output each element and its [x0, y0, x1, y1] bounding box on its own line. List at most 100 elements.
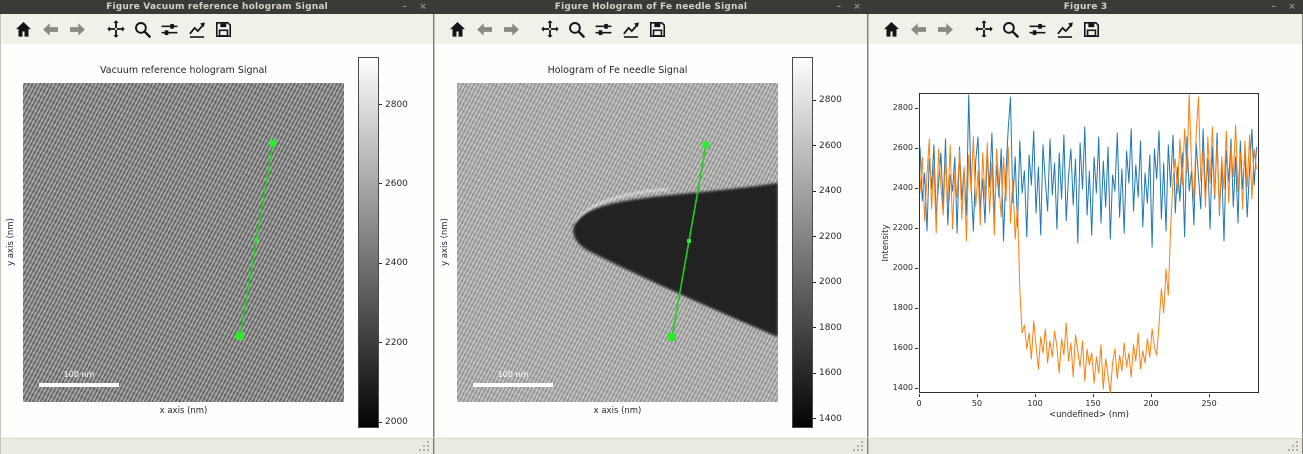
toolbar-home-button[interactable] — [444, 16, 471, 42]
close-button[interactable]: × — [419, 0, 427, 14]
toolbar-zoom-button[interactable] — [997, 16, 1024, 42]
toolbar-home-button[interactable] — [10, 16, 37, 42]
toolbar-zoom-button[interactable] — [563, 16, 590, 42]
x-tick-label: 100 — [1018, 399, 1052, 408]
zoom-icon — [1001, 20, 1020, 39]
toolbar-customize-button[interactable] — [1051, 16, 1078, 42]
resize-grip[interactable] — [420, 442, 429, 451]
toolbar-zoom-button[interactable] — [129, 16, 156, 42]
titlebar[interactable]: Figure Hologram of Fe needle Signal – × — [434, 0, 868, 14]
roi-handle-top[interactable] — [270, 140, 277, 147]
y-tick-label: 2400 — [869, 183, 913, 192]
y-tick-label: 2600 — [869, 143, 913, 152]
close-button[interactable]: × — [853, 0, 861, 14]
customize-icon — [1055, 20, 1075, 39]
pan-icon — [540, 19, 560, 39]
hologram-image-needle[interactable]: 100 nm — [457, 83, 778, 402]
roi-handle-mid[interactable] — [687, 239, 691, 243]
toolbar-back-button[interactable] — [905, 16, 932, 42]
zoom-icon — [133, 20, 152, 39]
scalebar-label: 100 nm — [473, 370, 553, 379]
toolbar-customize-button[interactable] — [183, 16, 210, 42]
figure-canvas[interactable]: 1400160018002000220024002600280005010015… — [868, 44, 1303, 437]
scalebar-label: 100 nm — [39, 370, 119, 379]
colorbar-tick: 2400 — [813, 186, 842, 196]
matplotlib-toolbar — [0, 14, 434, 44]
matplotlib-toolbar — [434, 14, 868, 44]
toolbar-forward-button[interactable] — [64, 16, 91, 42]
toolbar-back-button[interactable] — [471, 16, 498, 42]
toolbar-back-button[interactable] — [37, 16, 64, 42]
forward-icon — [502, 20, 521, 39]
back-icon — [475, 20, 494, 39]
y-axis-label: y axis (nm) — [6, 218, 16, 266]
x-tick-label: 50 — [960, 399, 994, 408]
minimize-button[interactable]: – — [1272, 0, 1277, 14]
toolbar-customize-button[interactable] — [617, 16, 644, 42]
toolbar-pan-button[interactable] — [970, 16, 997, 42]
x-tick-label: 0 — [902, 399, 936, 408]
roi-handle-bottom[interactable] — [668, 333, 676, 341]
forward-icon — [68, 20, 87, 39]
colorbar-tick: 2400 — [379, 258, 408, 268]
desktop: Figure Vacuum reference hologram Signal … — [0, 0, 1303, 454]
home-icon — [882, 20, 901, 39]
series-line — [920, 95, 1257, 247]
toolbar-save-button[interactable] — [644, 16, 671, 42]
toolbar-forward-button[interactable] — [932, 16, 959, 42]
toolbar-save-button[interactable] — [1078, 16, 1105, 42]
line-roi[interactable] — [23, 83, 344, 402]
minimize-button[interactable]: – — [403, 0, 408, 14]
x-tick-label: 250 — [1192, 399, 1226, 408]
y-tick-label: 2200 — [869, 223, 913, 232]
back-icon — [909, 20, 928, 39]
colorbar — [358, 57, 379, 428]
status-bar — [434, 437, 868, 454]
window-title: Figure 3 — [1064, 2, 1108, 12]
roi-handle-mid[interactable] — [255, 238, 259, 242]
toolbar-home-button[interactable] — [878, 16, 905, 42]
toolbar-forward-button[interactable] — [498, 16, 525, 42]
window-figure-3: Figure 3 – × 140016001800200022002400260… — [868, 0, 1303, 454]
toolbar-save-button[interactable] — [210, 16, 237, 42]
colorbar-tick: 2800 — [813, 95, 842, 105]
resize-grip[interactable] — [1289, 442, 1298, 451]
roi-handle-bottom[interactable] — [236, 332, 244, 340]
figure-canvas[interactable]: Vacuum reference hologram Signal 100 nm … — [0, 44, 434, 437]
figure-canvas[interactable]: Hologram of Fe needle Signal 100 nm y — [434, 44, 868, 437]
window-title: Figure Vacuum reference hologram Signal — [106, 2, 328, 12]
scalebar — [473, 383, 553, 387]
toolbar-sliders-button[interactable] — [590, 16, 617, 42]
window-fe-needle: Figure Hologram of Fe needle Signal – × … — [434, 0, 868, 454]
colorbar-tick: 2600 — [813, 141, 842, 151]
toolbar-sliders-button[interactable] — [156, 16, 183, 42]
roi-handle-top[interactable] — [703, 142, 710, 149]
save-icon — [648, 20, 667, 39]
intensity-profile-plot[interactable] — [919, 93, 1259, 393]
toolbar-pan-button[interactable] — [536, 16, 563, 42]
minimize-button[interactable]: – — [837, 0, 842, 14]
toolbar-sliders-button[interactable] — [1024, 16, 1051, 42]
hologram-image-vacuum[interactable]: 100 nm — [23, 83, 344, 402]
titlebar[interactable]: Figure Vacuum reference hologram Signal … — [0, 0, 434, 14]
colorbar — [792, 57, 813, 428]
colorbar-tick: 1600 — [813, 368, 842, 378]
forward-icon — [936, 20, 955, 39]
toolbar-pan-button[interactable] — [102, 16, 129, 42]
colorbar-tick: 2000 — [379, 417, 408, 427]
line-roi[interactable] — [457, 83, 778, 402]
x-axis-label: x axis (nm) — [457, 406, 778, 416]
zoom-icon — [567, 20, 586, 39]
titlebar[interactable]: Figure 3 – × — [868, 0, 1303, 14]
sliders-icon — [160, 20, 179, 39]
matplotlib-toolbar — [868, 14, 1303, 44]
colorbar-ticks: 28002600240022002000180016001400 — [813, 57, 859, 428]
resize-grip[interactable] — [854, 442, 863, 451]
save-icon — [214, 20, 233, 39]
home-icon — [14, 20, 33, 39]
colorbar-tick: 1400 — [813, 414, 842, 424]
close-button[interactable]: × — [1288, 0, 1296, 14]
x-axis-label: x axis (nm) — [23, 406, 344, 416]
window-vacuum-reference: Figure Vacuum reference hologram Signal … — [0, 0, 434, 454]
series-line — [920, 95, 1257, 393]
